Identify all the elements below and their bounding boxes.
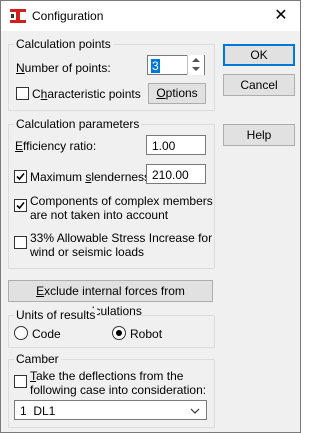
code-label: Code — [32, 327, 61, 341]
configuration-dialog: Configuration ✕ Calculation points Numbe… — [0, 0, 301, 433]
radio-dot-icon — [116, 330, 122, 336]
app-icon — [10, 9, 26, 23]
max-slenderness-label: Maximum slenderness: — [30, 170, 154, 184]
components-label-line2: are not taken into account — [30, 208, 169, 222]
load-case-select[interactable]: 1 DL1 — [14, 400, 207, 420]
title-bar: Configuration ✕ — [1, 1, 300, 31]
stress-increase-label-line1: 33% Allowable Stress Increase for — [30, 231, 213, 245]
characteristic-points-checkbox[interactable] — [16, 87, 29, 100]
spin-up-icon[interactable] — [192, 58, 200, 62]
take-deflections-label-line1: Take the deflections from the — [30, 369, 184, 383]
calculation-parameters-legend: Calculation parameters — [14, 117, 142, 131]
cancel-button[interactable]: Cancel — [223, 74, 295, 96]
help-button[interactable]: Help — [223, 124, 295, 146]
components-label-line1: Components of complex members — [30, 194, 213, 208]
robot-radio[interactable] — [112, 326, 126, 340]
max-slenderness-input[interactable]: 210.00 — [146, 164, 206, 184]
number-of-points-spinner[interactable] — [187, 55, 204, 75]
code-radio[interactable] — [14, 326, 28, 340]
efficiency-ratio-input[interactable]: 1.00 — [146, 135, 206, 155]
max-slenderness-checkbox[interactable] — [14, 170, 27, 183]
ok-button[interactable]: OK — [223, 44, 295, 66]
close-icon[interactable]: ✕ — [271, 7, 291, 25]
calculation-points-legend: Calculation points — [14, 37, 113, 51]
spin-down-icon[interactable] — [192, 67, 200, 71]
stress-increase-checkbox[interactable] — [14, 236, 27, 249]
units-legend: Units of results — [14, 308, 98, 322]
camber-legend: Camber — [14, 352, 61, 366]
chevron-down-icon — [190, 408, 200, 414]
number-of-points-label: Number of points: — [16, 61, 111, 75]
window-title: Configuration — [32, 9, 104, 23]
exclude-internal-forces-button[interactable]: Exclude internal forces from calculation… — [8, 280, 213, 318]
robot-label: Robot — [130, 327, 163, 341]
characteristic-points-label: Characteristic points — [32, 87, 141, 101]
checkmark-icon — [16, 172, 25, 181]
efficiency-ratio-label: Efficiency ratio: — [15, 139, 97, 153]
take-deflections-checkbox[interactable] — [14, 375, 27, 388]
stress-increase-label-line2: wind or seismic loads — [30, 245, 145, 259]
checkmark-icon — [16, 201, 25, 210]
components-checkbox[interactable] — [14, 199, 27, 212]
options-button[interactable]: Options — [148, 83, 206, 104]
take-deflections-label-line2: following case into consideration: — [30, 383, 207, 397]
